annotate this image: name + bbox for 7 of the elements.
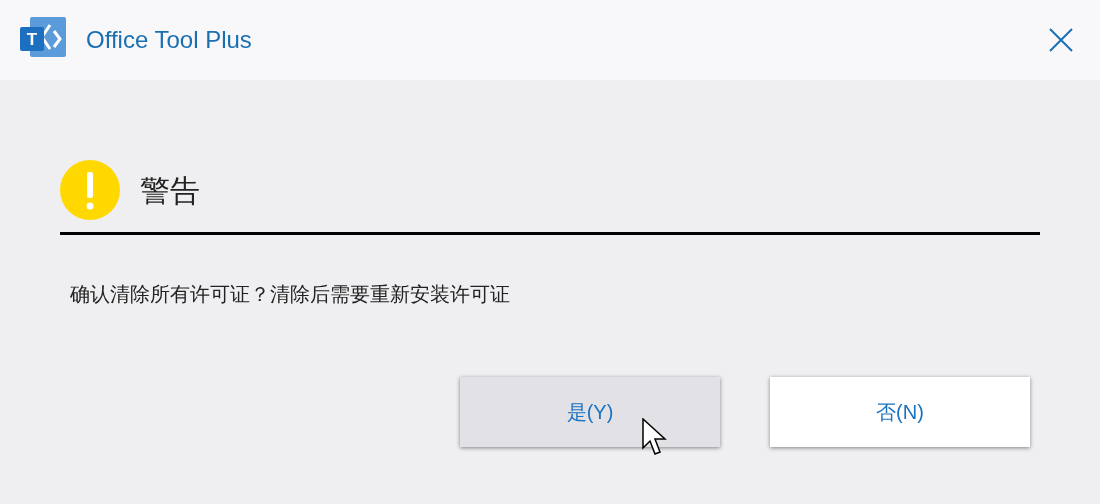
dialog-message: 确认清除所有许可证？清除后需要重新安装许可证 bbox=[70, 282, 511, 307]
warning-icon bbox=[60, 160, 120, 220]
mouse-cursor-icon bbox=[642, 418, 668, 458]
dialog-button[interactable]: 是(Y) bbox=[460, 377, 720, 447]
dialog-heading: 警告 bbox=[140, 172, 200, 209]
window-title: Office Tool Plus bbox=[86, 25, 252, 55]
dialog-button[interactable]: 否(N) bbox=[770, 377, 1030, 447]
